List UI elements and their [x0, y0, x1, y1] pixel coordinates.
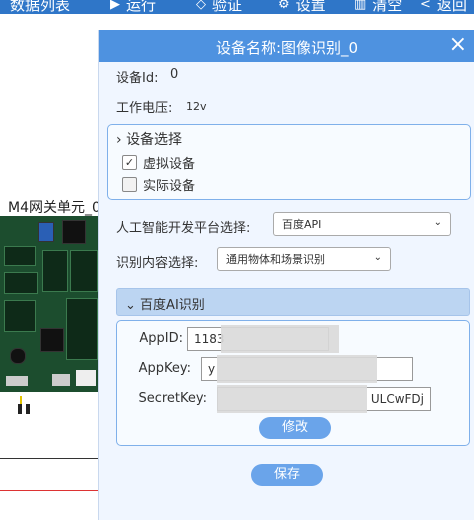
appid-label: AppID: [139, 331, 183, 346]
port-pin [20, 396, 22, 404]
modify-button[interactable]: 修改 [259, 417, 331, 439]
device-select-title[interactable]: › 设备选择 [116, 129, 182, 149]
connection-line [0, 458, 100, 459]
voltage-value: 12v [186, 100, 207, 113]
board-slot [42, 250, 68, 292]
board-slot [4, 272, 38, 294]
real-device-checkbox[interactable]: 实际设备 [122, 175, 195, 194]
close-icon[interactable]: × [449, 32, 467, 58]
board-chip [62, 220, 86, 244]
chevron-down-icon: ⌄ [125, 298, 136, 313]
toolbar-verify-button[interactable]: ◇ 验证 [196, 0, 242, 14]
appkey-label: AppKey: [138, 361, 191, 376]
redaction-mask [217, 385, 367, 413]
toolbar-data-list[interactable]: 数据列表 [10, 0, 70, 14]
chevron-down-icon: ⌄ [433, 217, 442, 228]
content-label: 识别内容选择: [116, 256, 199, 271]
content-select[interactable]: 通用物体和场景识别 ⌄ [217, 247, 391, 271]
port-pin [26, 404, 30, 414]
chevron-left-icon: < [420, 0, 431, 12]
gear-icon: ⚙ [278, 0, 290, 12]
device-id-value: 0 [170, 67, 179, 82]
toolbar-run-button[interactable]: ▶ 运行 [110, 0, 156, 14]
board-slot [70, 250, 98, 292]
node-label: M4网关单元_0 [8, 200, 101, 216]
checkbox-unchecked-icon [122, 177, 137, 192]
device-select-group: › 设备选择 ✓ 虚拟设备 实际设备 [107, 124, 471, 200]
board-slot [4, 300, 36, 332]
virtual-device-checkbox[interactable]: ✓ 虚拟设备 [122, 153, 195, 172]
checkbox-checked-icon: ✓ [122, 155, 137, 170]
device-id-label: 设备Id: [116, 71, 159, 86]
chevron-down-icon: ⌄ [373, 252, 382, 263]
board-connector [52, 374, 70, 386]
dialog-title: 设备名称:图像识别_0 [215, 39, 359, 57]
top-toolbar: 数据列表 ▶ 运行 ◇ 验证 ⚙ 设置 ▥ 清空 < 返回 [0, 0, 474, 14]
save-button[interactable]: 保存 [251, 464, 323, 486]
platform-select[interactable]: 百度API ⌄ [273, 212, 451, 236]
board-slot [4, 246, 36, 266]
dialog-header: 设备名称:图像识别_0 × [99, 30, 474, 62]
port-pin [18, 404, 22, 414]
board-capacitor [10, 348, 26, 364]
shield-check-icon: ◇ [196, 0, 206, 12]
board-slot [66, 298, 98, 360]
baidu-ai-panel: AppID: 1183 AppKey: y SecretKey: ULCwFDj… [116, 320, 470, 446]
secretkey-label: SecretKey: [138, 391, 207, 406]
board-connector [6, 376, 28, 386]
device-settings-dialog: 设备名称:图像识别_0 × 设备Id: 0 工作电压: 12v › 设备选择 ✓… [98, 30, 474, 520]
voltage-label: 工作电压: [116, 101, 173, 116]
baidu-ai-section-header[interactable]: ⌄ 百度AI识别 [116, 288, 470, 316]
connection-line-red [0, 490, 100, 491]
play-icon: ▶ [110, 0, 120, 12]
redaction-mask [221, 325, 339, 353]
chevron-right-icon: › [116, 132, 122, 148]
board-chip [40, 328, 64, 352]
board-module [38, 222, 54, 242]
toolbar-settings-button[interactable]: ⚙ 设置 [278, 0, 326, 14]
gateway-board-image[interactable] [0, 216, 100, 392]
toolbar-back-button[interactable]: < 返回 [420, 0, 467, 14]
board-connector [76, 370, 96, 386]
toolbar-clear-button[interactable]: ▥ 清空 [354, 0, 402, 14]
trash-icon: ▥ [354, 0, 367, 12]
redaction-mask [217, 355, 377, 383]
platform-label: 人工智能开发平台选择: [116, 221, 251, 236]
